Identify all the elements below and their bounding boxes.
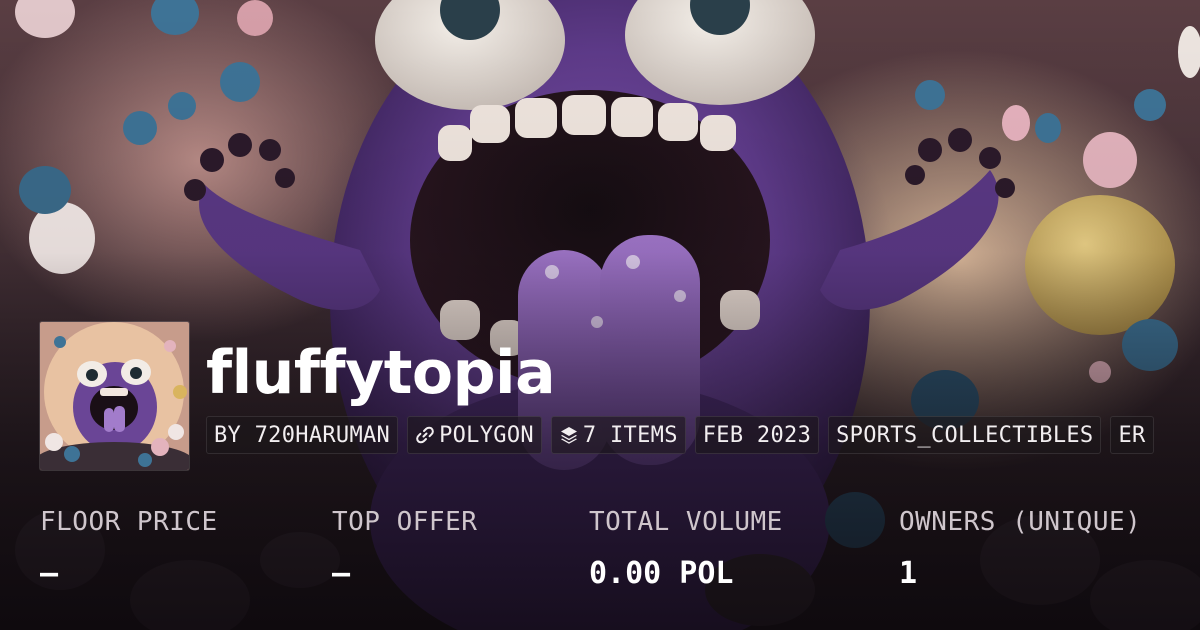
chain-link-icon	[416, 426, 434, 444]
category-tag[interactable]: SPORTS_COLLECTIBLES	[828, 416, 1102, 454]
chain-tag-label: POLYGON	[439, 422, 534, 448]
stat-top-offer-value: –	[332, 556, 351, 591]
collection-title: fluffytopia	[206, 338, 556, 408]
collection-tag-list: BY 720HARUMAN POLYGON 7 ITEMS FEB 2023 S…	[206, 416, 1154, 454]
stat-top-offer-label: TOP OFFER	[332, 507, 478, 537]
stat-owners-value: 1	[899, 556, 918, 591]
chain-tag[interactable]: POLYGON	[407, 416, 542, 454]
creator-tag[interactable]: BY 720HARUMAN	[206, 416, 399, 454]
layers-icon	[560, 427, 577, 444]
stat-total-volume: TOTAL VOLUME 0.00 POL	[589, 504, 783, 592]
stat-floor-price-value: –	[40, 556, 59, 591]
items-count-tag[interactable]: 7 ITEMS	[550, 416, 686, 454]
category-tag-label: SPORTS_COLLECTIBLES	[836, 422, 1094, 448]
overflow-tag[interactable]: ER	[1110, 416, 1154, 454]
stat-top-offer: TOP OFFER –	[332, 504, 477, 592]
collection-banner: fluffytopia BY 720HARUMAN POLYGON 7 ITEM…	[0, 0, 1200, 630]
collection-avatar-image	[40, 322, 189, 470]
stat-total-volume-label: TOTAL VOLUME	[589, 507, 783, 537]
created-date-tag-label: FEB 2023	[702, 422, 812, 448]
items-count-tag-label: 7 ITEMS	[582, 422, 678, 448]
collection-avatar[interactable]	[40, 322, 189, 470]
overflow-tag-label: ER	[1118, 422, 1146, 448]
stat-total-volume-value: 0.00 POL	[589, 556, 734, 591]
stat-floor-price-label: FLOOR PRICE	[40, 507, 218, 537]
created-date-tag: FEB 2023	[694, 416, 820, 454]
stat-owners-label: OWNERS (UNIQUE)	[899, 507, 1142, 537]
creator-tag-label: BY 720HARUMAN	[214, 422, 391, 448]
stat-floor-price: FLOOR PRICE –	[40, 504, 218, 592]
stat-owners: OWNERS (UNIQUE) 1	[899, 504, 1141, 592]
